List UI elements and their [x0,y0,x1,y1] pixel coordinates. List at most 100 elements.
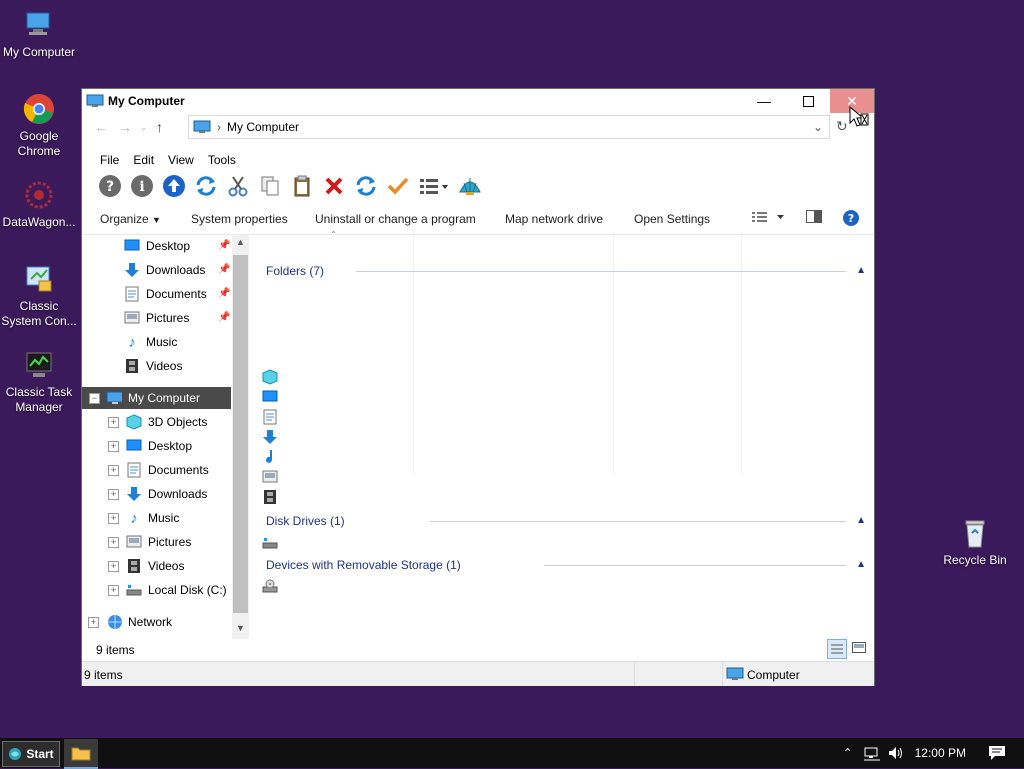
paste-button[interactable] [288,173,316,199]
menu-view[interactable]: View [168,153,194,167]
up-arrow-icon[interactable]: ↑ [156,119,178,135]
expand-toggle-icon[interactable]: + [108,585,119,596]
menu-file[interactable]: File [100,153,119,167]
cut-button[interactable] [224,173,252,199]
expand-toggle-icon[interactable]: + [108,465,119,476]
start-button[interactable]: Start [2,741,60,767]
collapse-group-icon[interactable]: ▲ [856,515,866,526]
refresh-icon[interactable]: ↻ [836,118,848,135]
minimize-button[interactable]: — [742,89,786,113]
delete-button[interactable] [320,173,348,199]
action-center-icon[interactable] [988,745,1006,761]
forward-arrow-icon[interactable]: → [118,119,140,135]
large-icons-view-toggle[interactable] [852,641,866,658]
music-note-icon: ♪ [130,509,138,527]
back-arrow-icon[interactable]: ← [94,119,116,135]
show-hidden-icons-chevron-icon[interactable]: ⌃ [843,746,853,760]
refresh-button[interactable] [352,173,380,199]
desktop-icon-datawagon[interactable]: DataWagon... [0,178,78,230]
nav-desktop[interactable]: + Desktop [108,435,192,457]
recent-chevron-icon[interactable]: ⌄ [140,122,154,133]
organize-menu[interactable]: Organize ▼ [100,212,161,226]
nav-quick-documents[interactable]: Documents [124,283,207,305]
breadcrumb-my-computer[interactable]: My Computer [227,120,299,134]
desktop-icon-classic-system-control[interactable]: Classic System Con... [0,262,78,329]
desktop-icon-my-computer[interactable]: My Computer [0,8,78,60]
film-icon [124,358,140,374]
group-header-folders[interactable]: Folders (7) [266,264,324,278]
film-icon [264,490,276,504]
menu-edit[interactable]: Edit [133,153,154,167]
start-label: Start [26,747,54,761]
address-bar[interactable]: › My Computer ⌄ [188,115,830,139]
desktop-icon-chrome[interactable]: Google Chrome [0,92,78,159]
help-circle-button[interactable]: ? [842,209,860,230]
open-settings-button[interactable]: Open Settings [634,212,710,226]
preview-pane-button[interactable] [806,210,822,227]
nav-documents[interactable]: + Documents [108,459,209,481]
nav-pictures[interactable]: + Pictures [108,531,191,553]
nav-videos[interactable]: + Videos [108,555,184,577]
title-bar[interactable]: My Computer — ✕ [82,89,874,113]
change-view-button[interactable] [752,210,786,227]
pin-icon[interactable]: 📌 [218,240,230,251]
uninstall-program-button[interactable]: Uninstall or change a program [315,212,476,226]
select-button[interactable] [384,173,412,199]
scroll-up-icon[interactable]: ▲ [236,237,245,247]
collapse-toggle-icon[interactable]: − [89,393,100,404]
details-view-toggle[interactable] [827,639,847,659]
collapse-group-icon[interactable]: ▲ [856,265,866,276]
command-bar: Organize ▼ System properties Uninstall o… [82,204,874,239]
nav-local-disk[interactable]: + Local Disk (C:) [108,579,227,601]
expand-toggle-icon[interactable]: + [108,537,119,548]
expand-toggle-icon[interactable]: + [108,561,119,572]
expand-toggle-icon[interactable]: + [108,441,119,452]
nav-quick-desktop[interactable]: Desktop [124,235,190,257]
clock[interactable]: 12:00 PM [915,746,966,760]
info-button[interactable]: i [128,173,156,199]
sync-button[interactable] [192,173,220,199]
expand-toggle-icon[interactable]: + [108,489,119,500]
expand-toggle-icon[interactable]: + [108,417,119,428]
shell-button[interactable] [456,173,484,199]
view-options-button[interactable] [416,173,452,199]
nav-music[interactable]: + ♪ Music [108,507,179,529]
address-dropdown-icon[interactable]: ⌄ [813,120,823,134]
pin-icon[interactable]: 📌 [218,312,230,323]
nav-scrollbar[interactable]: ▲ ▼ [232,235,249,639]
system-properties-button[interactable]: System properties [191,212,288,226]
nav-label: Downloads [148,487,208,501]
nav-label: Pictures [148,535,192,549]
nav-quick-music[interactable]: ♪ Music [124,331,177,353]
taskbar-file-explorer[interactable] [64,739,98,769]
collapse-group-icon[interactable]: ▲ [856,559,866,570]
group-header-removable-storage[interactable]: Devices with Removable Storage (1) [266,558,461,572]
nav-quick-videos[interactable]: Videos [124,355,182,377]
volume-icon[interactable] [887,745,903,761]
group-header-disk-drives[interactable]: Disk Drives (1) [266,514,345,528]
desktop-icon-classic-task-manager[interactable]: Classic Task Manager [0,348,78,415]
nav-label: Videos [146,359,183,373]
network-status-icon[interactable] [863,745,881,761]
map-network-drive-button[interactable]: Map network drive [505,212,603,226]
pin-icon[interactable]: 📌 [218,288,230,299]
scroll-down-icon[interactable]: ▼ [236,623,245,633]
expand-toggle-icon[interactable]: + [88,617,99,628]
expand-toggle-icon[interactable]: + [108,513,119,524]
desktop-icon-recycle-bin[interactable]: Recycle Bin [936,516,1014,568]
copy-button[interactable] [256,173,284,199]
nav-quick-downloads[interactable]: Downloads [124,259,205,281]
maximize-button[interactable] [786,89,830,113]
up-button[interactable] [160,173,188,199]
menu-tools[interactable]: Tools [208,153,236,167]
info-icon: i [131,175,153,197]
nav-downloads[interactable]: + Downloads [108,483,207,505]
nav-quick-pictures[interactable]: Pictures [124,307,189,329]
nav-3d-objects[interactable]: +3D Objects [108,411,207,433]
scroll-thumb[interactable] [233,255,248,613]
pin-icon[interactable]: 📌 [218,264,230,275]
help-button[interactable]: ? [96,173,124,199]
computer-icon [22,8,56,42]
nav-network[interactable]: + Network [88,611,172,633]
nav-my-computer[interactable]: − My Computer [82,387,231,409]
